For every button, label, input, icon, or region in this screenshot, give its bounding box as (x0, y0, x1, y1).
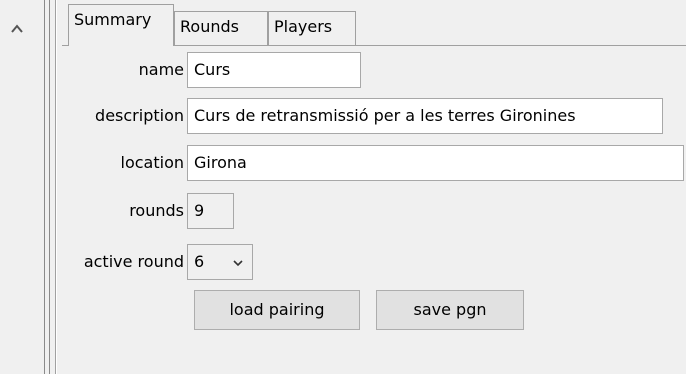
description-field[interactable]: Curs de retransmissió per a les terres G… (187, 98, 663, 134)
tab-rounds[interactable]: Rounds (174, 11, 268, 45)
side-scrollbar[interactable] (0, 0, 42, 374)
location-field[interactable]: Girona (187, 145, 684, 181)
name-field[interactable]: Curs (187, 52, 361, 88)
active-round-label: active round (83, 252, 184, 271)
tab-label: Rounds (180, 17, 239, 36)
save-pgn-button[interactable]: save pgn (376, 290, 524, 330)
rounds-value: 9 (187, 193, 234, 229)
chevron-up-icon[interactable] (10, 22, 24, 36)
tab-summary[interactable]: Summary (68, 4, 174, 46)
tab-players[interactable]: Players (268, 11, 356, 45)
divider (44, 0, 45, 374)
divider (49, 0, 50, 374)
active-round-value: 6 (194, 252, 205, 271)
rounds-label: rounds (129, 201, 184, 220)
description-label: description (95, 106, 184, 125)
active-round-select[interactable]: 6 (187, 244, 253, 280)
location-label: location (120, 153, 184, 172)
tab-label: Summary (74, 10, 152, 29)
chevron-down-icon (233, 260, 243, 267)
divider (56, 0, 57, 374)
load-pairing-button[interactable]: load pairing (194, 290, 360, 330)
tab-label: Players (274, 17, 333, 36)
name-label: name (138, 60, 184, 79)
